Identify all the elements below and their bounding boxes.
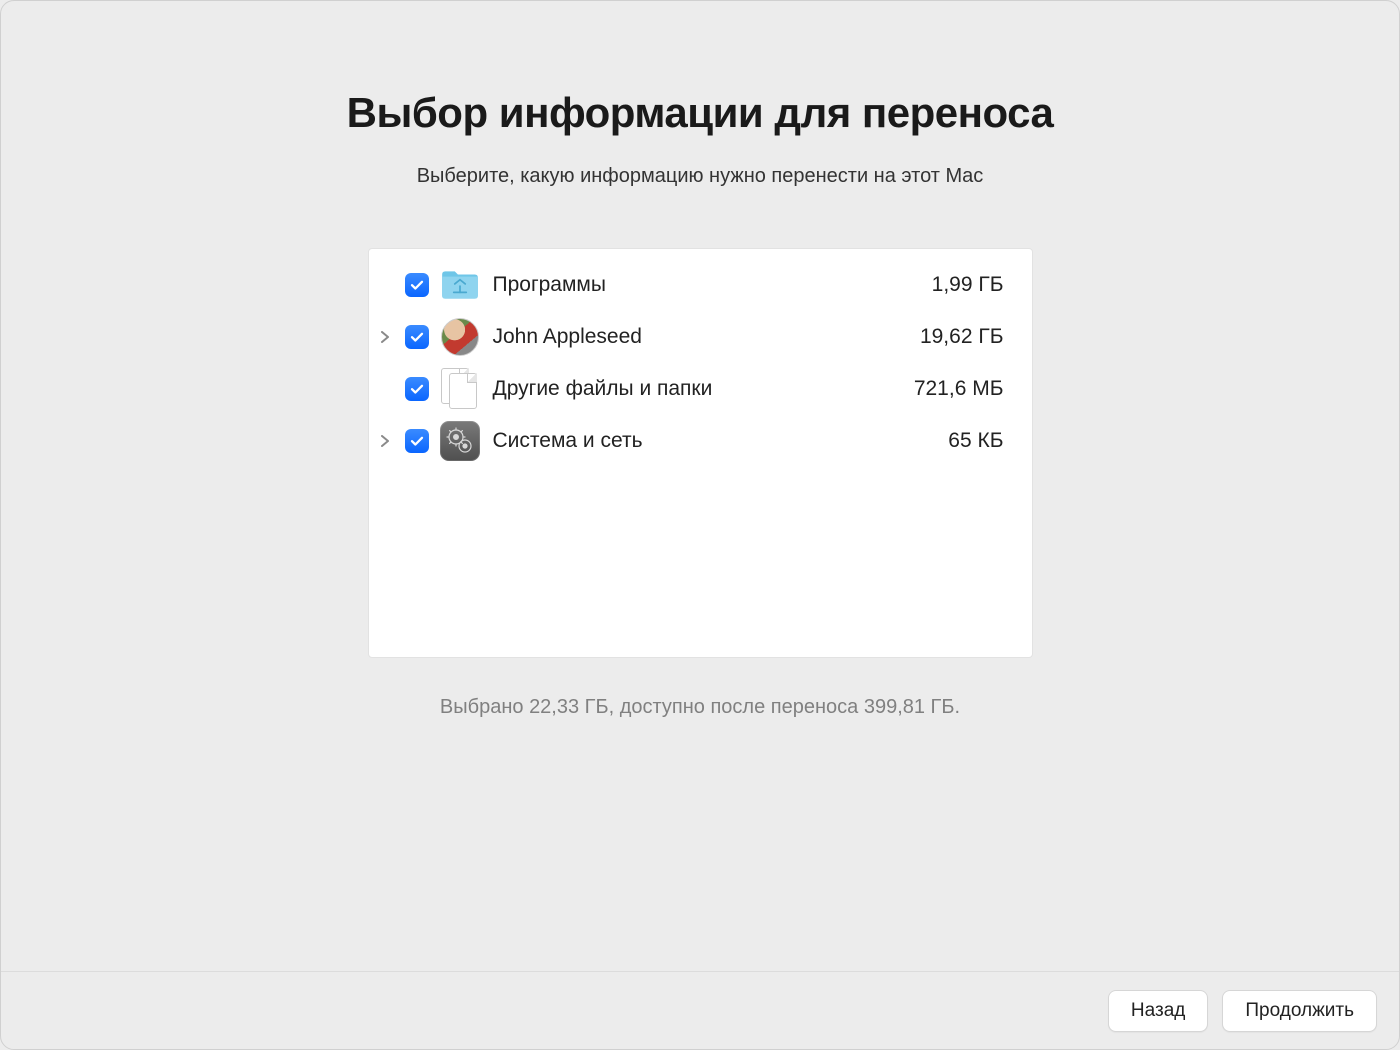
item-size: 1,99 ГБ: [932, 273, 1004, 297]
checkmark-icon: [409, 381, 425, 397]
continue-button[interactable]: Продолжить: [1222, 990, 1377, 1032]
dialog-footer: Назад Продолжить: [1, 971, 1399, 1049]
list-item[interactable]: John Appleseed 19,62 ГБ: [375, 311, 1004, 363]
checkbox[interactable]: [405, 377, 429, 401]
list-item[interactable]: Другие файлы и папки 721,6 МБ: [375, 363, 1004, 415]
back-button[interactable]: Назад: [1108, 990, 1208, 1032]
item-label: Система и сеть: [493, 429, 941, 453]
system-settings-icon: [439, 420, 481, 462]
checkmark-icon: [409, 433, 425, 449]
selection-summary: Выбрано 22,33 ГБ, доступно после перенос…: [440, 696, 960, 719]
item-size: 19,62 ГБ: [920, 325, 1004, 349]
checkmark-icon: [409, 329, 425, 345]
transfer-items-list: Программы 1,99 ГБ John Appleseed 19,62 Г…: [368, 248, 1033, 658]
chevron-right-icon[interactable]: [375, 435, 397, 447]
list-item[interactable]: Программы 1,99 ГБ: [375, 259, 1004, 311]
item-label: John Appleseed: [493, 325, 912, 349]
checkmark-icon: [409, 277, 425, 293]
checkbox[interactable]: [405, 325, 429, 349]
documents-icon: [439, 368, 481, 410]
chevron-right-icon[interactable]: [375, 331, 397, 343]
item-size: 65 КБ: [948, 429, 1003, 453]
checkbox[interactable]: [405, 429, 429, 453]
page-subtitle: Выберите, какую информацию нужно перенес…: [417, 165, 984, 188]
list-item[interactable]: Система и сеть 65 КБ: [375, 415, 1004, 467]
migration-assistant-panel: Выбор информации для переноса Выберите, …: [1, 1, 1399, 971]
checkbox[interactable]: [405, 273, 429, 297]
page-title: Выбор информации для переноса: [347, 89, 1054, 137]
user-avatar-icon: [439, 316, 481, 358]
apps-folder-icon: [439, 264, 481, 306]
item-label: Программы: [493, 273, 924, 297]
item-label: Другие файлы и папки: [493, 377, 906, 401]
item-size: 721,6 МБ: [914, 377, 1004, 401]
